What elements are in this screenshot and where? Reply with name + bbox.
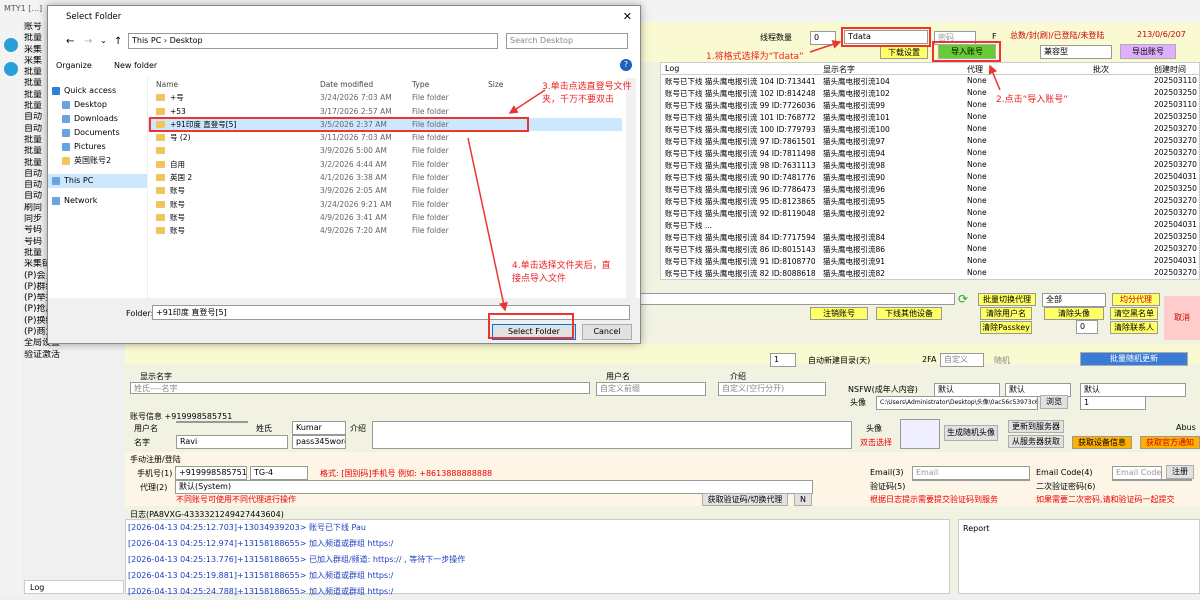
arrow-2 <box>988 64 1001 91</box>
arrow-3 <box>508 89 546 114</box>
arrow-1 <box>809 40 842 53</box>
arrow-4 <box>467 137 508 312</box>
annotation-arrows <box>467 40 1001 312</box>
